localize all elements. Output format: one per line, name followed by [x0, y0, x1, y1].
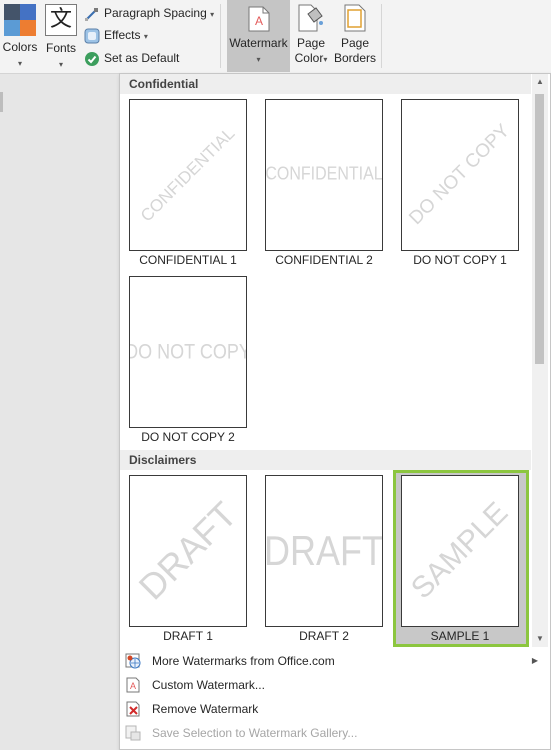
chevron-down-icon: ▾ — [256, 55, 261, 64]
custom-watermark-label: Custom Watermark... — [152, 678, 265, 692]
remove-watermark-icon — [126, 701, 140, 717]
watermark-caption: SAMPLE 1 — [430, 629, 490, 643]
chevron-down-icon: ▾ — [143, 32, 148, 41]
watermark-do-not-copy-2[interactable]: DO NOT COPY DO NOT COPY 2 — [129, 276, 247, 446]
watermark-draft-1[interactable]: DRAFT DRAFT 1 — [129, 475, 247, 645]
fonts-icon: 文 — [45, 4, 77, 36]
scroll-up-arrow-icon[interactable]: ▲ — [532, 74, 548, 90]
paragraph-spacing-button[interactable]: Paragraph Spacing ▾ — [84, 3, 214, 23]
effects-button[interactable]: Effects ▾ — [84, 25, 148, 45]
watermark-preview-text: SAMPLE — [404, 495, 515, 606]
watermark-preview-text: DRAFT — [265, 526, 383, 574]
more-watermarks-label: More Watermarks from Office.com — [152, 654, 335, 668]
ruler-marker — [0, 92, 3, 112]
watermark-caption: DRAFT 2 — [299, 629, 349, 643]
watermark-confidential-2[interactable]: CONFIDENTIAL CONFIDENTIAL 2 — [265, 99, 383, 269]
custom-watermark-icon: A — [126, 677, 140, 693]
scroll-down-arrow-icon[interactable]: ▼ — [532, 631, 548, 647]
colors-button[interactable]: Colors ▾ — [0, 0, 40, 72]
watermark-caption: DRAFT 1 — [163, 629, 213, 643]
page-borders-label-1: Page — [340, 36, 370, 50]
page-borders-icon — [344, 4, 366, 32]
paragraph-spacing-label: Paragraph Spacing — [104, 6, 207, 20]
scrollbar-thumb[interactable] — [535, 94, 544, 364]
watermark-draft-2[interactable]: DRAFT DRAFT 2 — [265, 475, 383, 645]
ribbon-group-divider — [381, 4, 382, 68]
watermark-preview: DO NOT COPY — [129, 276, 247, 428]
watermark-preview: DRAFT — [265, 475, 383, 627]
ribbon-group-divider — [220, 4, 221, 68]
watermark-preview-text: DO NOT COPY — [405, 120, 514, 229]
watermark-sample-1[interactable]: SAMPLE SAMPLE 1 — [401, 475, 519, 645]
set-as-default-label: Set as Default — [104, 51, 180, 65]
chevron-down-icon: ▾ — [210, 10, 215, 19]
watermark-preview-text: DRAFT — [130, 493, 245, 608]
section-header-confidential: Confidential — [120, 74, 531, 94]
page-borders-label-2: Borders — [333, 51, 377, 65]
remove-watermark-menu-item[interactable]: Remove Watermark — [120, 697, 548, 721]
custom-watermark-menu-item[interactable]: A Custom Watermark... — [120, 673, 548, 697]
watermark-preview: DO NOT COPY — [401, 99, 519, 251]
chevron-down-icon: ▾ — [17, 59, 22, 68]
effects-label: Effects — [104, 28, 141, 42]
save-selection-label: Save Selection to Watermark Gallery... — [152, 726, 358, 740]
design-ribbon: Colors ▾ 文 Fonts ▾ Paragraph Spacing ▾ E… — [0, 0, 551, 74]
section-header-disclaimers: Disclaimers — [120, 450, 531, 470]
svg-text:A: A — [130, 681, 136, 691]
page-color-label-2: Color — [294, 51, 324, 65]
watermark-preview-text: CONFIDENTIAL — [136, 123, 239, 226]
page-color-label-1: Page — [296, 36, 326, 50]
submenu-arrow-icon: ▶ — [531, 656, 538, 665]
save-selection-menu-item: Save Selection to Watermark Gallery... — [120, 721, 548, 745]
watermark-caption: DO NOT COPY 1 — [413, 253, 507, 267]
watermark-preview: CONFIDENTIAL — [265, 99, 383, 251]
effects-icon — [84, 28, 100, 44]
gallery-scroll-area: Confidential CONFIDENTIAL CONFIDENTIAL 1… — [120, 74, 531, 647]
document-canvas — [0, 74, 119, 750]
fonts-label: Fonts — [45, 41, 76, 55]
watermark-preview: DRAFT — [129, 475, 247, 627]
paragraph-spacing-icon — [85, 7, 98, 21]
watermark-gallery: Confidential CONFIDENTIAL CONFIDENTIAL 1… — [119, 73, 551, 750]
colors-label: Colors — [2, 40, 38, 54]
watermark-preview: CONFIDENTIAL — [129, 99, 247, 251]
watermark-caption: CONFIDENTIAL 1 — [139, 253, 237, 267]
office-web-icon — [125, 653, 141, 669]
watermark-preview: SAMPLE — [401, 475, 519, 627]
fonts-button[interactable]: 文 Fonts ▾ — [42, 0, 80, 72]
page-borders-button[interactable]: Page Borders — [332, 0, 378, 72]
remove-watermark-label: Remove Watermark — [152, 702, 259, 716]
watermark-label: Watermark — [229, 36, 288, 50]
chevron-down-icon: ▾ — [58, 60, 63, 69]
watermark-confidential-1[interactable]: CONFIDENTIAL CONFIDENTIAL 1 — [129, 99, 247, 269]
watermark-preview-text: CONFIDENTIAL — [265, 164, 383, 185]
watermark-do-not-copy-1[interactable]: DO NOT COPY DO NOT COPY 1 — [401, 99, 519, 269]
watermark-icon: A — [248, 6, 269, 32]
chevron-down-icon: ▾ — [323, 55, 328, 64]
page-color-button[interactable]: Page Color▾ — [291, 0, 331, 72]
watermark-caption: CONFIDENTIAL 2 — [275, 253, 373, 267]
more-watermarks-menu-item[interactable]: More Watermarks from Office.com ▶ — [120, 649, 548, 673]
gallery-scrollbar[interactable]: ▲ ▼ — [532, 74, 548, 647]
svg-text:A: A — [254, 14, 262, 28]
save-gallery-icon — [125, 725, 141, 741]
watermark-preview-text: DO NOT COPY — [129, 339, 247, 364]
watermark-caption: DO NOT COPY 2 — [141, 430, 235, 444]
color-palette-icon — [4, 4, 36, 36]
set-as-default-button[interactable]: Set as Default — [84, 48, 179, 68]
watermark-menu: More Watermarks from Office.com ▶ A Cust… — [120, 649, 548, 745]
page-color-icon — [298, 4, 323, 32]
checkmark-icon — [85, 51, 99, 66]
watermark-button[interactable]: A Watermark ▾ — [227, 0, 290, 72]
